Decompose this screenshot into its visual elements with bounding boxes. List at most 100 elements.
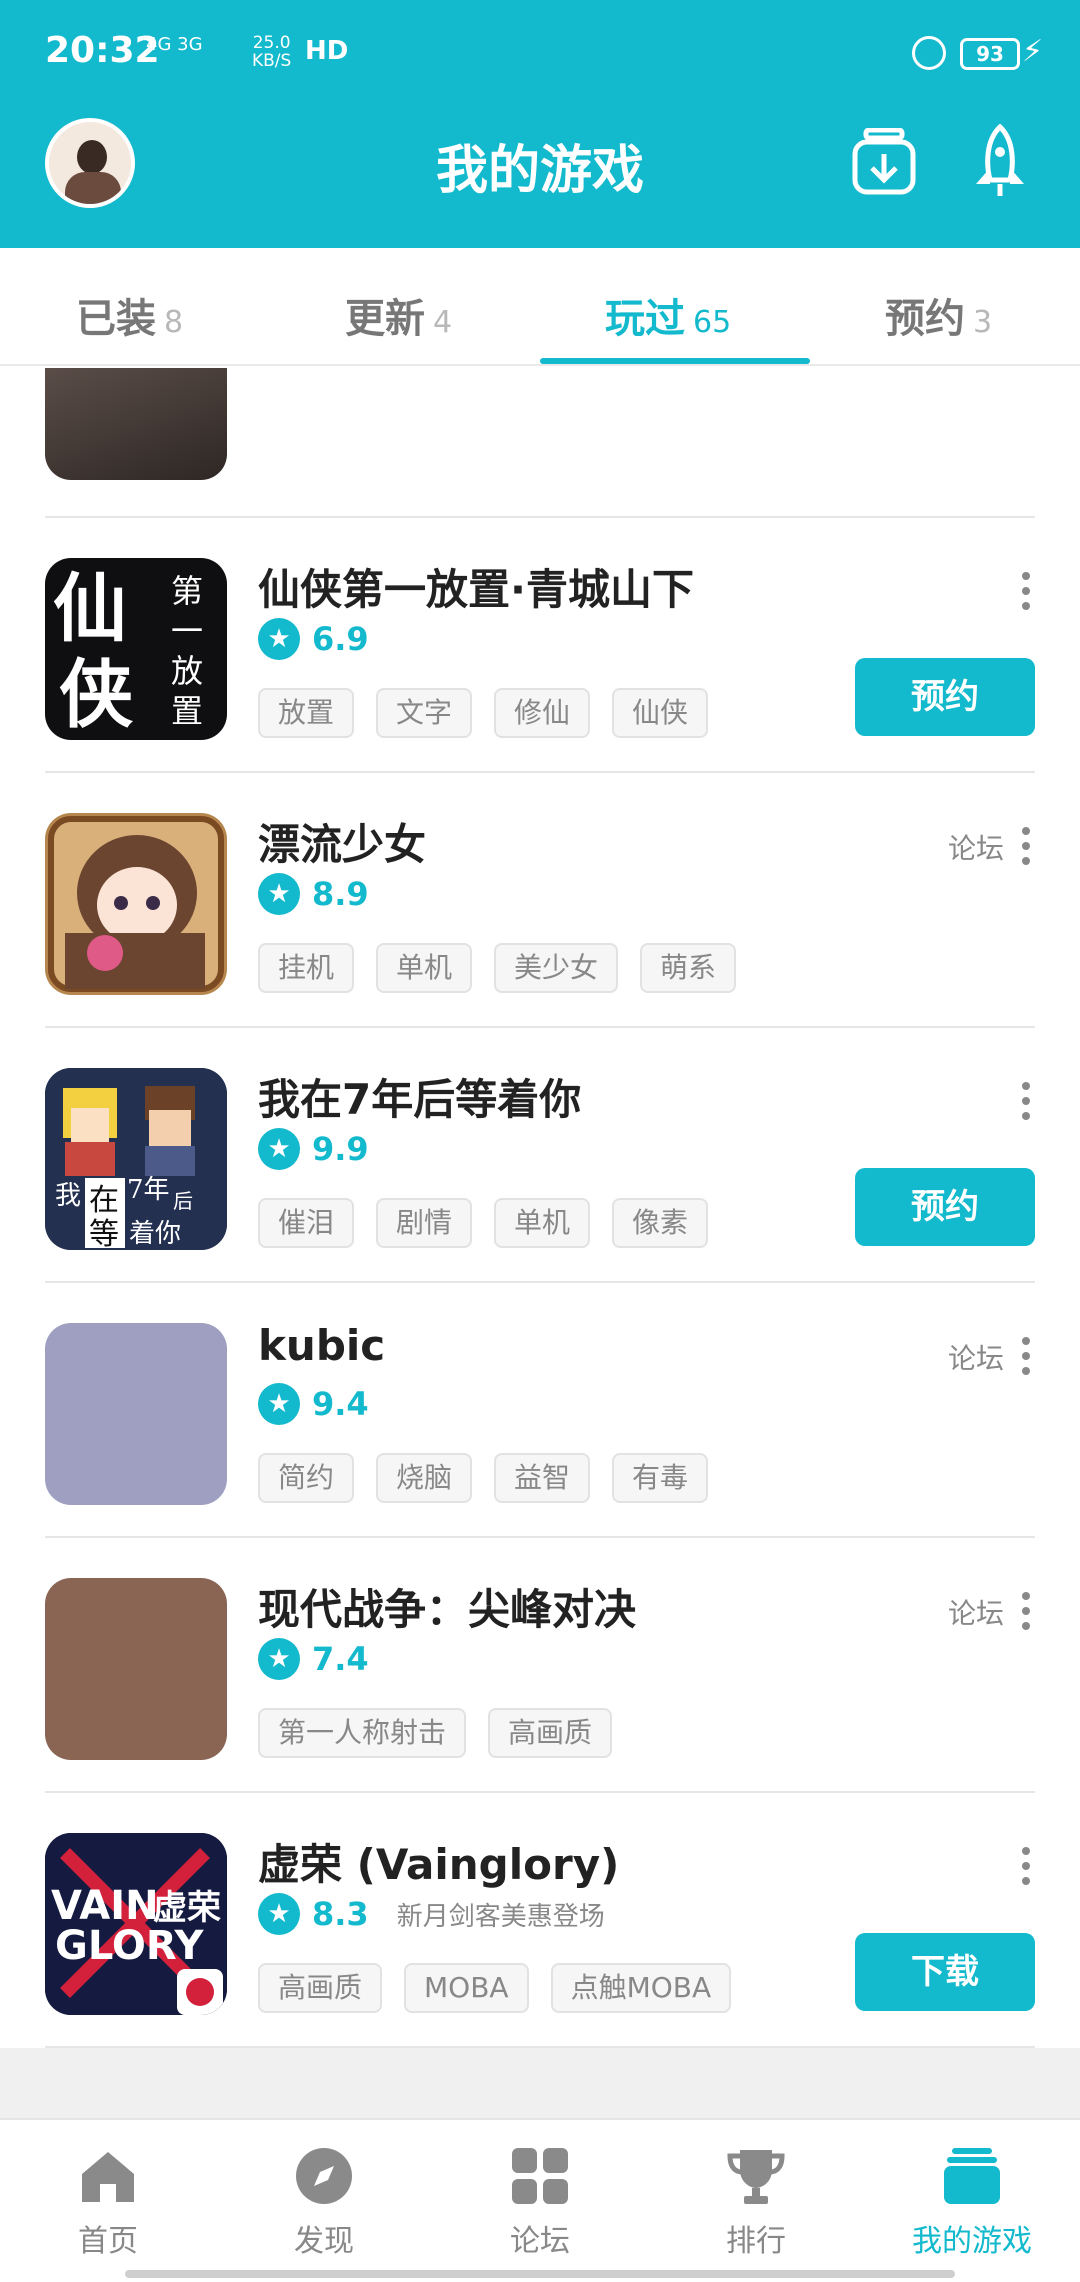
tab-bar: 已装 8 更新 4 玩过 65 预约 3 [0,248,1080,366]
svg-text:置: 置 [171,692,203,730]
tag[interactable]: 单机 [376,943,473,993]
game-icon[interactable] [45,1578,227,1760]
nav-my-games[interactable]: 我的游戏 [864,2120,1080,2282]
rating-score: 8.3 [312,1895,369,1933]
rating-score: 6.9 [312,620,369,658]
svg-text:放: 放 [171,652,203,690]
more-options-icon[interactable] [1020,572,1032,612]
game-title: 漂流少女 [258,820,427,869]
system-home-bar[interactable] [125,2270,955,2278]
tag[interactable]: 高画质 [258,1963,383,2013]
tag[interactable]: 文字 [376,688,473,738]
svg-text:后: 后 [173,1189,193,1213]
speed-unit: KB/S [252,51,292,71]
tag[interactable]: 挂机 [258,943,355,993]
reserve-button[interactable]: 预约 [855,658,1035,736]
game-card[interactable]: kubic ★ 9.4 简约 烧脑 益智 有毒 论坛 [0,1283,1080,1538]
tag[interactable]: 美少女 [494,943,619,993]
tag[interactable]: 有毒 [612,1453,709,1503]
tab-played[interactable]: 玩过 65 [605,286,731,344]
game-card[interactable]: 我 在 7年 后 等 着你 我在7年后等着你 ★ 9.9 催泪 剧情 单机 像素… [0,1028,1080,1283]
page-title: 我的游戏 [435,141,644,201]
nav-forum[interactable]: 论坛 [432,2120,648,2282]
partial-game-icon[interactable] [45,368,227,480]
tag[interactable]: 催泪 [258,1198,355,1248]
tag[interactable]: 仙侠 [612,688,709,738]
tag-list: 高画质 MOBA 点触MOBA [258,1963,732,2013]
tab-count: 8 [164,305,184,340]
speed-value: 25.0 [252,33,291,53]
tag[interactable]: 修仙 [494,688,591,738]
status-bar: 20:32 4G 3G 25.0 KB/S HD 93 ⚡ [0,0,1080,110]
forum-link[interactable]: 论坛 [948,1592,1004,1632]
game-icon[interactable]: VAIN GLORY 虚荣 [45,1833,227,2015]
forum-link[interactable]: 论坛 [948,1337,1004,1377]
svg-text:等: 等 [89,1217,119,1250]
nav-home[interactable]: 首页 [0,2120,216,2282]
game-icon[interactable]: 我 在 7年 后 等 着你 [45,1068,227,1250]
tag[interactable]: 高画质 [488,1708,613,1758]
compass-icon [296,2148,352,2204]
tab-label: 更新 [345,296,425,342]
svg-text:侠: 侠 [59,652,134,738]
game-title: 仙侠第一放置·青城山下 [258,565,694,614]
forum-link[interactable]: 论坛 [948,827,1004,867]
tag[interactable]: 放置 [258,688,355,738]
grid-icon [512,2148,568,2204]
active-tab-indicator [540,358,810,364]
tab-installed[interactable]: 已装 8 [76,286,183,344]
tab-count: 3 [973,305,993,340]
xianxia-cover-art: 仙 侠 第 一 放 置 [53,566,203,738]
svg-text:7年: 7年 [127,1175,170,1205]
star-icon: ★ [258,1383,300,1425]
game-rating: ★ 8.9 [258,873,369,915]
game-icon[interactable]: 仙 侠 第 一 放 置 [45,558,227,740]
tag[interactable]: 第一人称射击 [258,1708,467,1758]
played-games-list[interactable]: 仙 侠 第 一 放 置 仙侠第一放置·青城山下 ★ 6.9 放置 文字 修仙 仙… [0,368,1080,2048]
tab-updates[interactable]: 更新 4 [345,286,452,344]
drifting-girl-cover-art [48,816,224,992]
game-card[interactable]: 漂流少女 ★ 8.9 挂机 单机 美少女 萌系 论坛 [0,773,1080,1028]
tab-label: 已装 [76,296,156,342]
more-options-icon[interactable] [1020,1592,1032,1632]
star-icon: ★ [258,1128,300,1170]
game-card[interactable]: 仙 侠 第 一 放 置 仙侠第一放置·青城山下 ★ 6.9 放置 文字 修仙 仙… [0,518,1080,773]
nav-ranking[interactable]: 排行 [648,2120,864,2282]
tab-label: 玩过 [605,296,685,342]
seven-years-cover-art: 我 在 7年 后 等 着你 [45,1068,227,1250]
home-icon [82,2152,134,2202]
tag[interactable]: 萌系 [640,943,737,993]
nav-label: 排行 [726,2224,786,2259]
game-icon[interactable] [45,813,227,995]
game-icon[interactable] [45,1323,227,1505]
tag-list: 放置 文字 修仙 仙侠 [258,688,709,738]
game-card[interactable]: 现代战争：尖峰对决 ★ 7.4 第一人称射击 高画质 论坛 [0,1538,1080,1793]
download-manager-icon[interactable] [852,128,916,196]
tag[interactable]: 单机 [494,1198,591,1248]
game-rating: ★ 9.4 [258,1383,369,1425]
more-options-icon[interactable] [1020,1082,1032,1122]
tag[interactable]: 剧情 [376,1198,473,1248]
tag[interactable]: 烧脑 [376,1453,473,1503]
star-icon: ★ [258,1638,300,1680]
nav-discover[interactable]: 发现 [216,2120,432,2282]
tag[interactable]: 像素 [612,1198,709,1248]
more-options-icon[interactable] [1020,827,1032,867]
tab-reserved[interactable]: 预约 3 [885,286,992,344]
reserve-button[interactable]: 预约 [855,1168,1035,1246]
game-card[interactable]: VAIN GLORY 虚荣 虚荣 (Vainglory) ★ 8.3 新月剑客美… [0,1793,1080,2048]
tag[interactable]: 点触MOBA [550,1963,732,2013]
download-button[interactable]: 下载 [855,1933,1035,2011]
tag[interactable]: 益智 [494,1453,591,1503]
charging-icon: ⚡ [1022,34,1044,69]
more-options-icon[interactable] [1020,1847,1032,1887]
svg-text:我: 我 [55,1181,81,1211]
game-subtitle: 新月剑客美惠登场 [396,1901,605,1932]
svg-text:GLORY: GLORY [55,1923,205,1969]
tag[interactable]: MOBA [404,1963,529,2013]
more-options-icon[interactable] [1020,1337,1032,1377]
rocket-icon[interactable] [968,124,1032,198]
status-time: 20:32 [45,30,160,71]
nav-label: 发现 [294,2224,354,2259]
tag[interactable]: 简约 [258,1453,355,1503]
